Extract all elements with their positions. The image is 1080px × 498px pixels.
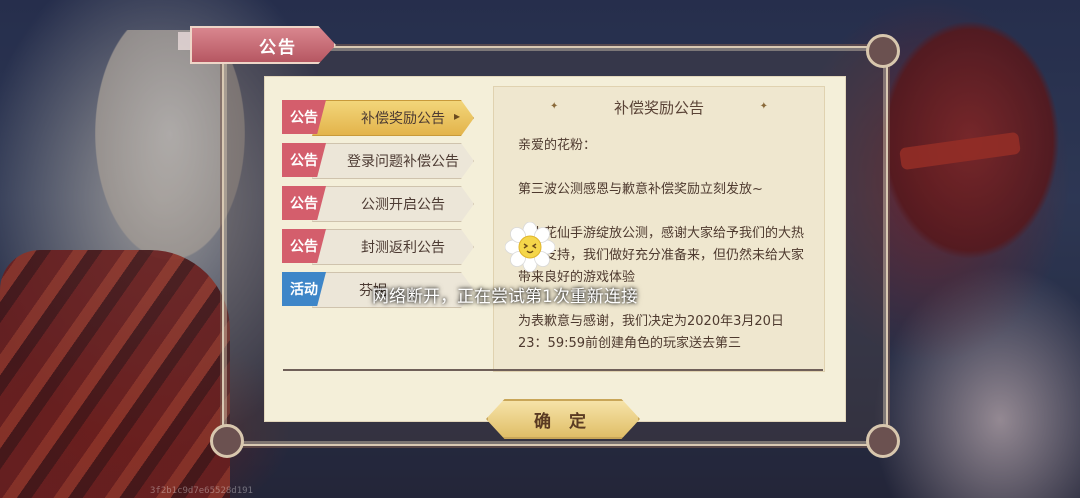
- tab-announcement-3[interactable]: 公测开启公告 公告: [282, 186, 474, 222]
- confirm-label: 确 定: [534, 411, 592, 432]
- title-ornament-icon: ✦: [759, 101, 768, 112]
- tab-label-container: 补偿奖励公告: [312, 100, 474, 136]
- tab-label: 登录问题补偿公告: [347, 154, 459, 170]
- content-greeting: 亲爱的花粉：: [518, 138, 597, 153]
- chevron-right-icon: ▸: [453, 109, 460, 123]
- tab-announcement-2[interactable]: 登录问题补偿公告 公告: [282, 143, 474, 179]
- content-paragraph: 为表歉意与感谢，我们决定为2020年3月20日23：59:59前创建角色的玩家送…: [518, 314, 784, 351]
- tab-label: 补偿奖励公告: [361, 111, 445, 127]
- footer-id: 3f2b1c9d7e65528d191: [150, 486, 253, 496]
- content-body: 亲爱的花粉： 第三波公测感恩与歉意补偿奖励立刻发放~ 《小花仙手游绽放公测，感谢…: [518, 135, 805, 371]
- content-title: 补偿奖励公告: [613, 99, 704, 117]
- tab-announcement-4[interactable]: 封测返利公告 公告: [282, 229, 474, 265]
- corner-ornament: [866, 34, 900, 68]
- corner-ornament: [210, 424, 244, 458]
- tab-label-container: 公测开启公告: [312, 186, 474, 222]
- content-paragraph: 《小花仙手游绽放公测，感谢大家给予我们的大热情和支持，我们做好充分准备来，但仍然…: [518, 226, 805, 285]
- dialog-title: 公告: [259, 37, 297, 58]
- tab-announcement-1[interactable]: 补偿奖励公告 公告 ▸: [282, 100, 474, 136]
- loading-flower-icon: [505, 222, 555, 272]
- tab-label-container: 登录问题补偿公告: [312, 143, 474, 179]
- corner-ornament: [866, 424, 900, 458]
- dialog-title-tab: 公告: [190, 26, 336, 64]
- tab-label: 封测返利公告: [361, 240, 445, 256]
- confirm-button[interactable]: 确 定: [486, 399, 640, 439]
- tab-label-container: 封测返利公告: [312, 229, 474, 265]
- network-status-toast: 网络断开，正在尝试第1次重新连接: [372, 287, 638, 307]
- content-paragraph: 第三波公测感恩与歉意补偿奖励立刻发放~: [518, 182, 763, 197]
- tab-label: 公测开启公告: [361, 197, 445, 213]
- divider: [283, 369, 823, 371]
